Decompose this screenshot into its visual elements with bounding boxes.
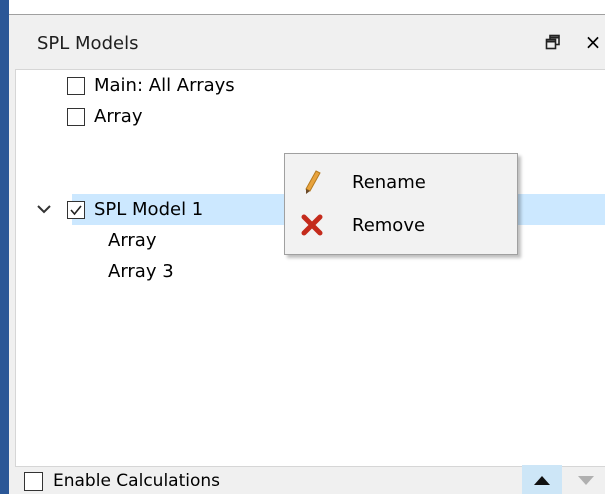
tree-item-main-all-arrays[interactable]: Main: All Arrays (67, 70, 235, 101)
upper-panel-edge (9, 0, 605, 15)
checkbox[interactable] (67, 76, 85, 95)
checkmark-icon (70, 204, 82, 215)
tree-item-label: Array 3 (108, 261, 174, 282)
tree-item-array[interactable]: Array (67, 101, 142, 132)
float-window-icon[interactable] (541, 29, 565, 55)
menu-item-rename[interactable]: Rename (285, 161, 517, 203)
move-up-button[interactable] (522, 465, 562, 494)
red-x-icon (299, 212, 325, 238)
tree-item-child-array[interactable]: Array (108, 225, 156, 256)
menu-item-label: Remove (352, 214, 426, 236)
tree-view[interactable]: Main: All Arrays Array SPL Model 1 Array… (15, 69, 605, 467)
move-down-button[interactable] (566, 465, 605, 494)
panel-header: SPL Models × (9, 15, 605, 71)
window-edge (0, 0, 9, 494)
tree-item-label: Array (94, 106, 143, 127)
triangle-up-icon (534, 475, 550, 485)
menu-item-remove[interactable]: Remove (285, 204, 517, 246)
tree-item-label: Array (108, 230, 157, 251)
pencil-icon (299, 169, 325, 195)
triangle-down-icon (578, 475, 594, 485)
checkbox-checked[interactable] (67, 200, 85, 219)
context-menu: Rename Remove (284, 153, 518, 255)
menu-item-label: Rename (352, 171, 426, 193)
panel-footer: Enable Calculations (9, 465, 605, 494)
close-icon[interactable]: × (581, 29, 605, 55)
tree-item-label: SPL Model 1 (94, 199, 204, 220)
tree-item-label: Main: All Arrays (94, 75, 235, 96)
panel-title: SPL Models (37, 33, 139, 54)
chevron-down-icon[interactable] (36, 201, 52, 217)
tree-item-child-array-3[interactable]: Array 3 (108, 256, 174, 287)
tree-item-spl-model-1[interactable]: SPL Model 1 (67, 194, 203, 225)
enable-calculations-label: Enable Calculations (53, 471, 221, 491)
checkbox[interactable] (67, 107, 85, 126)
enable-calculations-checkbox[interactable] (24, 472, 43, 491)
